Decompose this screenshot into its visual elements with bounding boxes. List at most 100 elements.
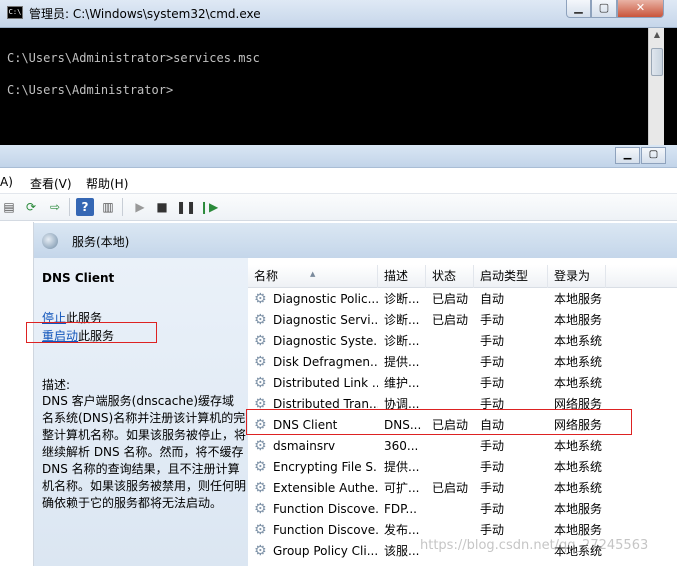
- service-gear-icon: ⚙: [254, 459, 267, 475]
- service-row[interactable]: ⚙ Extensible Authe... 可扩... 已启动 手动 本地系统: [248, 478, 677, 499]
- service-gear-icon: ⚙: [254, 291, 267, 307]
- export-icon[interactable]: ⇨: [46, 198, 64, 216]
- service-logon-cell: 本地系统: [554, 439, 603, 453]
- minimize-button[interactable]: ▁: [615, 147, 640, 164]
- cmd-scrollbar[interactable]: ▲: [648, 28, 664, 145]
- service-name-cell: Function Discove...: [273, 502, 378, 516]
- service-row[interactable]: ⚙ Diagnostic Syste... 诊断... 手动 本地系统: [248, 331, 677, 352]
- service-row[interactable]: ⚙ Encrypting File S... 提供... 手动 本地系统: [248, 457, 677, 478]
- dns-client-highlight-box: [246, 409, 632, 435]
- service-row[interactable]: ⚙ Disk Defragmen... 提供... 手动 本地系统: [248, 352, 677, 373]
- service-logon-cell: 本地系统: [554, 355, 603, 369]
- column-header-startup-type[interactable]: 启动类型: [474, 265, 548, 288]
- service-desc-cell: 可扩...: [384, 481, 420, 495]
- description-pane: DNS Client 停止此服务 重启动此服务 描述: DNS 客户端服务(dn…: [34, 258, 248, 566]
- list-header: 名称 ▲ 描述 状态 启动类型 登录为: [248, 265, 677, 288]
- maximize-button[interactable]: ▢: [591, 0, 617, 18]
- description-label: 描述:: [42, 378, 71, 392]
- console-tree-pane[interactable]: [0, 222, 34, 566]
- toolbar-separator: [69, 198, 70, 216]
- service-name-cell: Group Policy Cli...: [273, 544, 378, 558]
- service-status-cell: [432, 436, 476, 457]
- service-logon-cell: 本地系统: [554, 460, 603, 474]
- service-startup-cell: 手动: [480, 313, 505, 327]
- column-header-status[interactable]: 状态: [426, 265, 474, 288]
- service-startup-cell: 手动: [480, 439, 505, 453]
- properties-icon[interactable]: ▥: [99, 198, 117, 216]
- menu-bar: A) 查看(V) 帮助(H): [0, 168, 677, 194]
- scroll-up-arrow-icon[interactable]: ▲: [649, 30, 665, 44]
- service-name-cell: Encrypting File S...: [273, 460, 378, 474]
- service-row[interactable]: ⚙ dsmainsrv 360... 手动 本地系统: [248, 436, 677, 457]
- service-gear-icon: ⚙: [254, 522, 267, 538]
- service-gear-icon: ⚙: [254, 333, 267, 349]
- service-desc-cell: 诊断...: [384, 313, 420, 327]
- maximize-button[interactable]: ▢: [641, 147, 666, 164]
- service-startup-cell: 手动: [480, 334, 505, 348]
- toolbar-separator: [122, 198, 123, 216]
- selected-service-name: DNS Client: [42, 271, 115, 285]
- cmd-title-bar[interactable]: C:\ 管理员: C:\Windows\system32\cmd.exe ▁ ▢…: [0, 0, 677, 28]
- services-gear-icon: [42, 233, 58, 249]
- list-icon[interactable]: ▤: [0, 198, 18, 216]
- service-logon-cell: 本地系统: [554, 334, 603, 348]
- cmd-console[interactable]: C:\Users\Administrator>services.msc C:\U…: [0, 28, 677, 145]
- service-startup-cell: 手动: [480, 355, 505, 369]
- sort-ascending-icon: ▲: [310, 270, 316, 278]
- column-header-logon[interactable]: 登录为: [548, 265, 606, 288]
- service-row[interactable]: ⚙ Diagnostic Servi... 诊断... 已启动 手动 本地服务: [248, 310, 677, 331]
- services-title-bar[interactable]: ▁ ▢: [0, 145, 677, 168]
- detail-header-title: 服务(本地): [72, 235, 130, 249]
- refresh-icon[interactable]: ⟳: [22, 198, 40, 216]
- service-desc-cell: 提供...: [384, 460, 420, 474]
- service-name-cell: Diagnostic Polic...: [273, 292, 378, 306]
- menu-action[interactable]: A): [0, 175, 13, 189]
- service-startup-cell: 自动: [480, 292, 505, 306]
- toolbar: ▤ ⟳ ⇨ ? ▥ ▶ ■ ❚❚ ❙▶: [0, 194, 677, 221]
- service-logon-cell: 本地系统: [554, 481, 603, 495]
- restart-service-icon[interactable]: ❙▶: [199, 198, 218, 216]
- scroll-thumb[interactable]: [651, 48, 663, 76]
- cmd-window-title: 管理员: C:\Windows\system32\cmd.exe: [29, 7, 261, 21]
- stop-service-icon[interactable]: ■: [153, 198, 171, 216]
- minimize-button[interactable]: ▁: [566, 0, 591, 18]
- service-status-cell: 已启动: [432, 292, 469, 306]
- description-text: DNS 客户端服务(dnscache)缓存域名系统(DNS)名称并注册该计算机的…: [42, 394, 247, 510]
- service-row[interactable]: ⚙ Diagnostic Polic... 诊断... 已启动 自动 本地服务: [248, 289, 677, 310]
- service-gear-icon: ⚙: [254, 438, 267, 454]
- service-name-cell: Distributed Link ...: [273, 376, 378, 390]
- cmd-output-text: C:\Users\Administrator>services.msc C:\U…: [7, 51, 260, 97]
- service-logon-cell: 本地系统: [554, 376, 603, 390]
- detail-header: 服务(本地): [34, 222, 677, 258]
- menu-help[interactable]: 帮助(H): [86, 175, 128, 192]
- service-desc-cell: 提供...: [384, 355, 420, 369]
- service-desc-cell: 诊断...: [384, 334, 420, 348]
- service-gear-icon: ⚙: [254, 312, 267, 328]
- service-row[interactable]: ⚙ Function Discove... FDP... 手动 本地服务: [248, 499, 677, 520]
- close-button[interactable]: ✕: [617, 0, 664, 18]
- service-gear-icon: ⚙: [254, 375, 267, 391]
- service-name-cell: Function Discove...: [273, 523, 378, 537]
- service-name-cell: Disk Defragmen...: [273, 355, 378, 369]
- restart-link-highlight-box: [26, 322, 157, 343]
- service-gear-icon: ⚙: [254, 501, 267, 517]
- start-service-icon[interactable]: ▶: [131, 198, 149, 216]
- service-startup-cell: 手动: [480, 481, 505, 495]
- service-row[interactable]: ⚙ Distributed Link ... 维护... 手动 本地系统: [248, 373, 677, 394]
- help-icon[interactable]: ?: [76, 198, 94, 216]
- service-name-cell: Diagnostic Servi...: [273, 313, 378, 327]
- service-logon-cell: 本地服务: [554, 313, 603, 327]
- watermark: https://blog.csdn.net/qq_27245563: [420, 538, 649, 553]
- column-header-name[interactable]: 名称 ▲: [248, 265, 378, 288]
- pause-service-icon[interactable]: ❚❚: [176, 198, 196, 216]
- menu-view[interactable]: 查看(V): [30, 175, 72, 192]
- service-status-cell: [432, 457, 476, 478]
- column-header-description[interactable]: 描述: [378, 265, 426, 288]
- service-status-cell: [432, 331, 476, 352]
- service-gear-icon: ⚙: [254, 354, 267, 370]
- service-desc-cell: 诊断...: [384, 292, 420, 306]
- service-logon-cell: 本地服务: [554, 502, 603, 516]
- service-name-cell: dsmainsrv: [273, 439, 336, 453]
- service-name-cell: Extensible Authe...: [273, 481, 378, 495]
- service-startup-cell: 手动: [480, 460, 505, 474]
